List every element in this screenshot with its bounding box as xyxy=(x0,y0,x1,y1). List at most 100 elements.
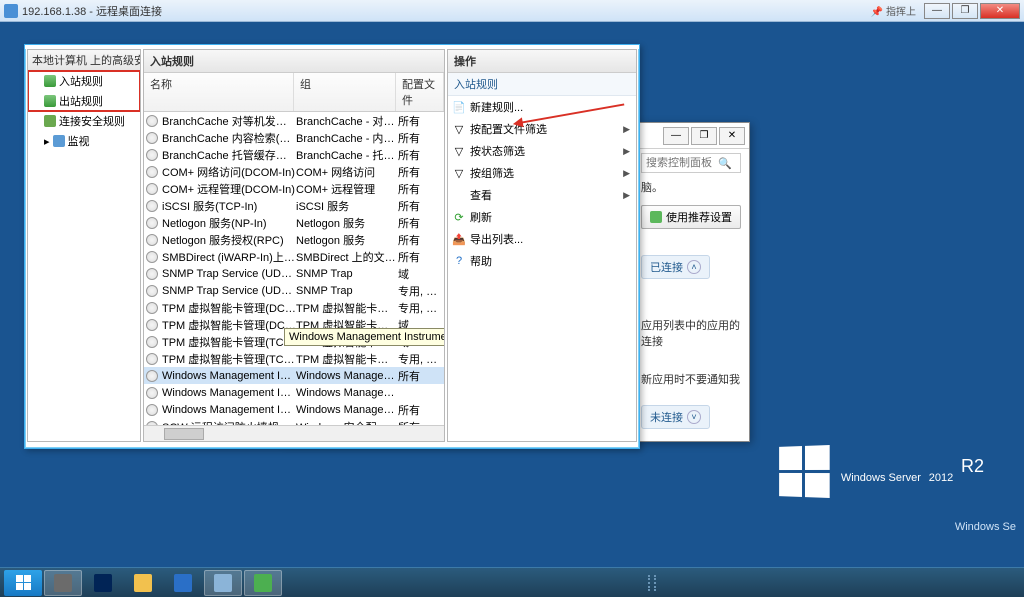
rule-name: iSCSI 服务(TCP-In) xyxy=(162,198,296,214)
refresh-icon: ⟳ xyxy=(452,210,466,224)
cp-minimize-button[interactable]: — xyxy=(663,127,689,145)
chevron-right-icon: ▶ xyxy=(623,124,630,135)
start-button[interactable] xyxy=(4,570,42,596)
cp-search-box[interactable]: 🔍 xyxy=(641,153,741,173)
firewall-tree: 本地计算机 上的高级安全 Win... 入站规则 出站规则 连接安全规则 ▸ 监… xyxy=(27,49,141,442)
table-row[interactable]: TPM 虚拟智能卡管理(TCP-In)TPM 虚拟智能卡管理专用, 公... xyxy=(144,350,444,367)
rule-status-icon xyxy=(146,421,158,426)
table-row[interactable]: Windows Management Instrumentati...Windo… xyxy=(144,384,444,401)
table-row[interactable]: BranchCache 对等机发现(WSD-In)BranchCache - 对… xyxy=(144,112,444,129)
minimize-button[interactable]: — xyxy=(924,3,950,19)
outbound-icon xyxy=(44,95,56,107)
cp-text-2: 应用列表中的应用的连接 xyxy=(641,317,741,349)
rule-profile: 所有 xyxy=(398,419,442,426)
rule-name: TPM 虚拟智能卡管理(DCOM-In) xyxy=(162,300,296,316)
cp-close-button[interactable]: ✕ xyxy=(719,127,745,145)
rule-name: Windows Management Instrumentati... xyxy=(162,404,296,416)
tree-root[interactable]: 本地计算机 上的高级安全 Win... xyxy=(28,50,140,71)
rule-group: SMBDirect 上的文件和打印... xyxy=(296,249,398,265)
chevron-up-icon: ˄ xyxy=(687,260,701,274)
rule-status-icon xyxy=(146,353,158,365)
taskbar-ie[interactable] xyxy=(164,570,202,596)
horizontal-scrollbar[interactable] xyxy=(144,425,444,441)
rule-profile: 所有 xyxy=(398,368,442,384)
rdp-pin-label[interactable]: 📌 指挥上 xyxy=(871,3,916,18)
taskbar-control-panel[interactable] xyxy=(204,570,242,596)
toolbar-grip[interactable] xyxy=(648,575,656,591)
rule-status-icon xyxy=(146,268,158,280)
rule-profile: 所有 xyxy=(398,181,442,197)
table-row[interactable]: SCW 远程访问防火墙规则 - Scshost - ...Windows 安全配… xyxy=(144,418,444,425)
table-row[interactable]: COM+ 远程管理(DCOM-In)COM+ 远程管理所有 xyxy=(144,180,444,197)
rule-profile: 所有 xyxy=(398,147,442,163)
monitor-icon xyxy=(53,135,65,147)
taskbar-firewall[interactable] xyxy=(244,570,282,596)
cp-maximize-button[interactable]: ❐ xyxy=(691,127,717,145)
rule-group: SNMP Trap xyxy=(296,268,398,280)
chevron-right-icon: ▶ xyxy=(623,190,630,201)
action-help[interactable]: ?帮助 xyxy=(448,250,636,272)
taskbar-powershell[interactable] xyxy=(84,570,122,596)
action-filter-profile[interactable]: ▽按配置文件筛选▶ xyxy=(448,118,636,140)
rule-group: Windows Management In... xyxy=(296,370,398,382)
action-view[interactable]: 查看▶ xyxy=(448,184,636,206)
action-filter-state[interactable]: ▽按状态筛选▶ xyxy=(448,140,636,162)
rule-profile: 所有 xyxy=(398,113,442,129)
rule-group: Netlogon 服务 xyxy=(296,215,398,231)
col-profile[interactable]: 配置文件 xyxy=(396,73,444,111)
use-recommended-button[interactable]: 使用推荐设置 xyxy=(641,205,741,229)
watermark-text: Windows Se xyxy=(955,521,1016,533)
rule-name: Netlogon 服务授权(RPC) xyxy=(162,232,296,248)
scrollbar-thumb[interactable] xyxy=(164,428,204,440)
table-row[interactable]: BranchCache 内容检索(HTTP-In)BranchCache - 内… xyxy=(144,129,444,146)
rule-profile: 专用, 公... xyxy=(398,351,442,367)
status-disconnected-pill[interactable]: 未连接˅ xyxy=(641,405,710,429)
rule-profile: 所有 xyxy=(398,249,442,265)
table-row[interactable]: COM+ 网络访问(DCOM-In)COM+ 网络访问所有 xyxy=(144,163,444,180)
rule-name: SNMP Trap Service (UDP In) xyxy=(162,268,296,280)
cp-search-input[interactable] xyxy=(646,157,718,169)
action-filter-group[interactable]: ▽按组筛选▶ xyxy=(448,162,636,184)
tree-connection-security[interactable]: 连接安全规则 xyxy=(28,111,140,131)
col-group[interactable]: 组 xyxy=(294,73,396,111)
rdp-icon xyxy=(4,4,18,18)
rule-group: Netlogon 服务 xyxy=(296,232,398,248)
search-icon: 🔍 xyxy=(718,157,732,170)
rule-status-icon xyxy=(146,183,158,195)
table-row[interactable]: Netlogon 服务(NP-In)Netlogon 服务所有 xyxy=(144,214,444,231)
rule-group: COM+ 远程管理 xyxy=(296,181,398,197)
rule-profile: 所有 xyxy=(398,164,442,180)
table-row[interactable]: Netlogon 服务授权(RPC)Netlogon 服务所有 xyxy=(144,231,444,248)
table-row[interactable]: SNMP Trap Service (UDP In)SNMP Trap专用, 公… xyxy=(144,282,444,299)
table-row[interactable]: TPM 虚拟智能卡管理(DCOM-In)TPM 虚拟智能卡管理专用, 公... xyxy=(144,299,444,316)
tree-monitor[interactable]: ▸ 监视 xyxy=(28,131,140,151)
taskbar-explorer[interactable] xyxy=(124,570,162,596)
table-row[interactable]: iSCSI 服务(TCP-In)iSCSI 服务所有 xyxy=(144,197,444,214)
table-row[interactable]: BranchCache 托管缓存服务器(HTTP-In)BranchCache … xyxy=(144,146,444,163)
taskbar-server-manager[interactable] xyxy=(44,570,82,596)
rule-status-icon xyxy=(146,404,158,416)
tooltip: Windows Management Instrumentation (WMI) xyxy=(284,328,444,346)
rule-name: SNMP Trap Service (UDP In) xyxy=(162,285,296,297)
rule-status-icon xyxy=(146,149,158,161)
status-connected-pill[interactable]: 已连接˄ xyxy=(641,255,710,279)
rule-group: SNMP Trap xyxy=(296,285,398,297)
action-export[interactable]: 📤导出列表... xyxy=(448,228,636,250)
rule-name: TPM 虚拟智能卡管理(DCOM-In) xyxy=(162,317,296,333)
rule-status-icon xyxy=(146,370,158,382)
table-row[interactable]: Windows Management Instrumentati...Windo… xyxy=(144,401,444,418)
rules-body[interactable]: BranchCache 对等机发现(WSD-In)BranchCache - 对… xyxy=(144,112,444,425)
rules-columns: 名称 组 配置文件 xyxy=(144,73,444,112)
rule-status-icon xyxy=(146,319,158,331)
action-refresh[interactable]: ⟳刷新 xyxy=(448,206,636,228)
table-row[interactable]: Windows Management Instrumentati...Windo… xyxy=(144,367,444,384)
col-name[interactable]: 名称 xyxy=(144,73,294,111)
maximize-button[interactable]: ❐ xyxy=(952,3,978,19)
close-button[interactable]: ✕ xyxy=(980,3,1020,19)
rule-status-icon xyxy=(146,302,158,314)
tree-inbound-rules[interactable]: 入站规则 xyxy=(28,71,140,91)
tree-outbound-rules[interactable]: 出站规则 xyxy=(28,91,140,111)
table-row[interactable]: SNMP Trap Service (UDP In)SNMP Trap域 xyxy=(144,265,444,282)
table-row[interactable]: SMBDirect (iWARP-In)上的文件和打印...SMBDirect … xyxy=(144,248,444,265)
rule-group: Windows Management Instrumentation (WMI) xyxy=(296,387,398,399)
